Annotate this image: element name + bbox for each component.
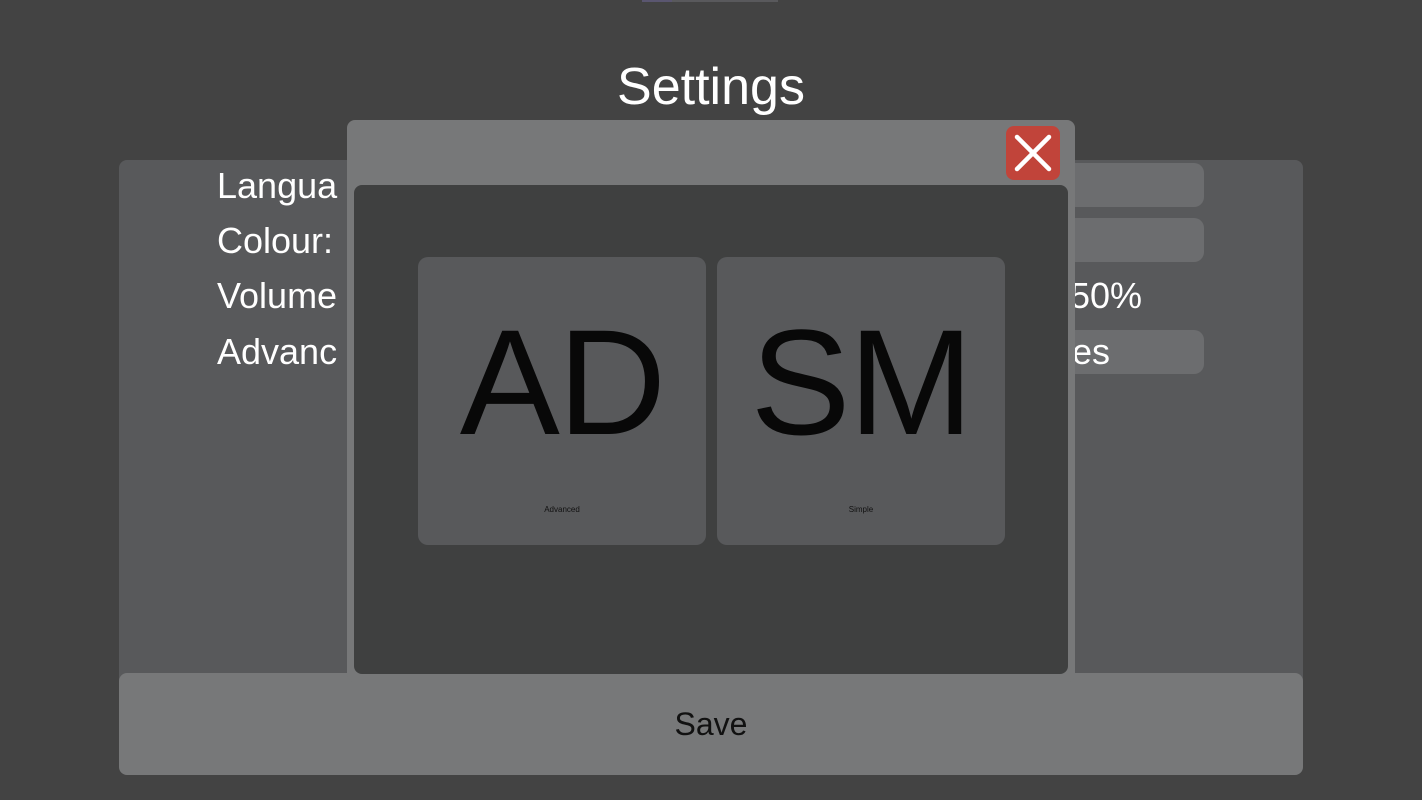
- volume-label: Volume: [217, 275, 338, 316]
- mode-option-caption: Advanced: [544, 505, 580, 514]
- language-label: Langua: [217, 165, 338, 206]
- advanced-label: Advanc: [217, 331, 338, 372]
- colour-label: Colour:: [217, 220, 334, 261]
- close-button[interactable]: [1006, 126, 1060, 180]
- advanced-value: es: [1072, 331, 1111, 372]
- page-title: Settings: [617, 58, 805, 116]
- mode-option-caption: Simple: [848, 505, 874, 514]
- mode-option-abbr: AD: [459, 298, 666, 466]
- mode-option-abbr: SM: [750, 298, 974, 466]
- save-button[interactable]: Save: [119, 673, 1303, 775]
- volume-value: 50%: [1070, 275, 1143, 316]
- close-icon: [1014, 134, 1052, 172]
- mode-option-simple[interactable]: SM Simple: [717, 257, 1005, 545]
- top-edge-indicator: [642, 0, 778, 2]
- mode-option-advanced[interactable]: AD Advanced: [418, 257, 706, 545]
